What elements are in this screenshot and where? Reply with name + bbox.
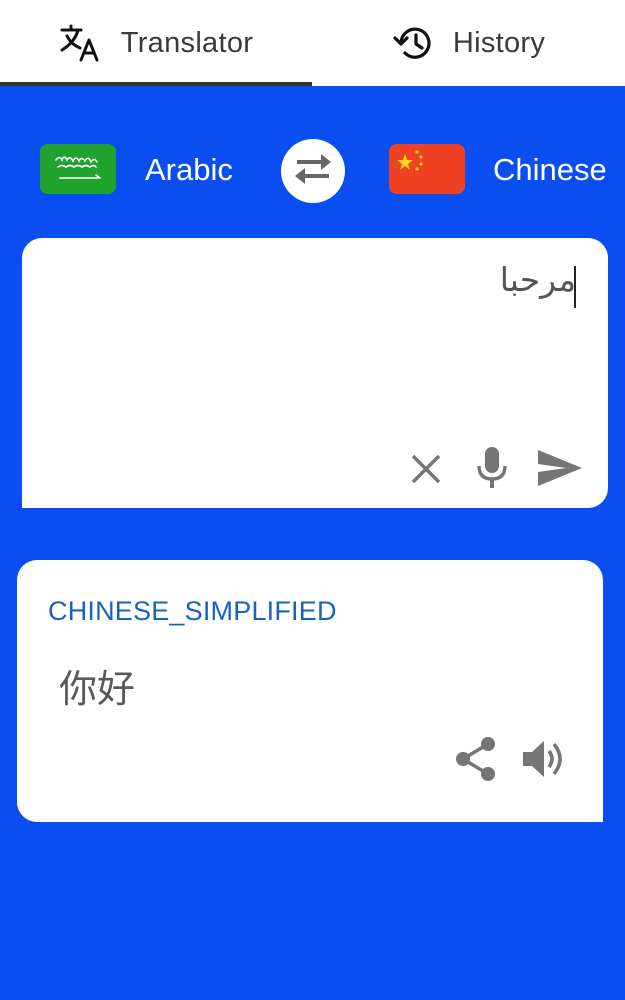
tab-translator-label: Translator xyxy=(120,26,254,59)
send-icon[interactable] xyxy=(536,448,584,493)
output-card: CHINESE_SIMPLIFIED 你好 xyxy=(17,560,603,822)
active-tab-indicator xyxy=(0,82,312,86)
clear-icon[interactable] xyxy=(408,451,444,492)
microphone-icon[interactable] xyxy=(474,445,510,496)
source-language-label[interactable]: Arabic xyxy=(145,152,233,188)
swap-languages-button[interactable] xyxy=(281,139,345,203)
tab-bar: Translator History xyxy=(0,0,625,86)
translated-text: 你好 xyxy=(59,667,136,711)
translate-icon xyxy=(59,23,101,63)
speaker-icon[interactable] xyxy=(521,738,567,785)
input-card: مرحبا xyxy=(22,238,608,508)
tab-history-label: History xyxy=(452,26,546,59)
target-language-label[interactable]: Chinese xyxy=(493,152,607,188)
text-cursor xyxy=(574,266,576,308)
tab-history[interactable]: History xyxy=(313,0,625,86)
saudi-arabia-flag[interactable] xyxy=(40,144,116,194)
tab-translator[interactable]: Translator xyxy=(0,0,312,86)
swap-arrows-icon xyxy=(293,152,333,191)
history-icon xyxy=(393,24,433,62)
source-text-input[interactable]: مرحبا xyxy=(76,260,576,299)
china-flag[interactable] xyxy=(389,144,465,194)
share-icon[interactable] xyxy=(454,736,498,787)
output-language-code: CHINESE_SIMPLIFIED xyxy=(48,596,337,626)
